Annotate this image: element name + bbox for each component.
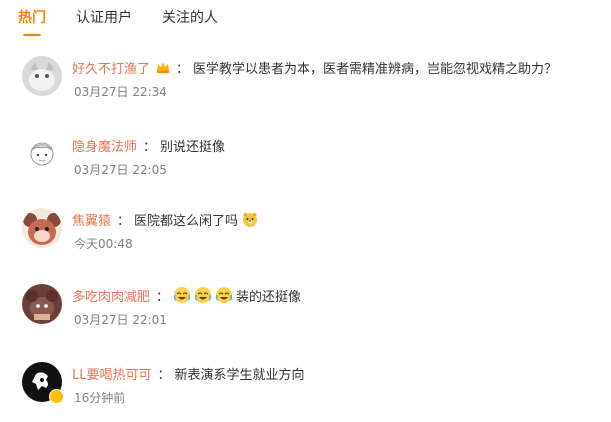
avatar[interactable] [22, 284, 62, 324]
username[interactable]: 隐身魔法师 [72, 136, 137, 155]
tab-hot[interactable]: 热门 [18, 8, 46, 36]
laugh-cry-emoji-icon [194, 286, 212, 304]
laugh-cry-emoji-icon [173, 286, 191, 304]
separator: ： [143, 139, 157, 155]
comment-tabs: 热门 认证用户 关注的人 [18, 8, 248, 36]
comment-item: 焦翼猿 ： 医院都这么闲了吗 今天00:48 [0, 208, 611, 268]
avatar[interactable] [22, 134, 62, 174]
separator: ： [117, 213, 131, 229]
crown-badge-icon [156, 60, 170, 74]
comment-text: 医院都这么闲了吗 [134, 213, 239, 229]
comment-item: 多吃肉肉减肥 ： 装的还挺像 03月27日 22:01 [0, 284, 611, 344]
comment-time: 03月27日 22:05 [74, 163, 167, 177]
comment-time: 16分钟前 [74, 391, 126, 405]
separator: ： [157, 367, 171, 383]
comment-text: 别说还挺像 [160, 139, 226, 155]
username[interactable]: 焦翼猿 [72, 210, 111, 229]
dog-face-emoji-icon [241, 210, 259, 228]
username[interactable]: 好久不打渔了 [72, 58, 150, 77]
avatar[interactable] [22, 208, 62, 248]
comment-text: 新表演系学生就业方向 [174, 367, 305, 383]
separator: ： [156, 289, 170, 305]
comment-time: 今天00:48 [74, 237, 133, 251]
tab-verified-users[interactable]: 认证用户 [76, 8, 132, 32]
username[interactable]: LL要喝热可可 [72, 364, 152, 383]
verified-badge-icon [49, 389, 64, 404]
comment-time: 03月27日 22:01 [74, 313, 167, 327]
comment-text: 医学教学以患者为本，医者需精准辨病，岂能忽视戏精之助力？ [193, 61, 558, 77]
avatar[interactable] [22, 56, 62, 96]
comment-text: 装的还挺像 [236, 289, 302, 305]
comment-item: LL要喝热可可 ： 新表演系学生就业方向 16分钟前 [0, 362, 611, 422]
laugh-cry-emoji-icon [215, 286, 233, 304]
tab-following[interactable]: 关注的人 [162, 8, 218, 32]
comment-time: 03月27日 22:34 [74, 85, 167, 99]
username[interactable]: 多吃肉肉减肥 [72, 286, 150, 305]
comment-item: 好久不打渔了 ： 医学教学以患者为本，医者需精准辨病，岂能忽视戏精之助力？ 03… [0, 56, 611, 116]
separator: ： [176, 61, 190, 77]
comment-item: 隐身魔法师 ： 别说还挺像 03月27日 22:05 [0, 134, 611, 194]
